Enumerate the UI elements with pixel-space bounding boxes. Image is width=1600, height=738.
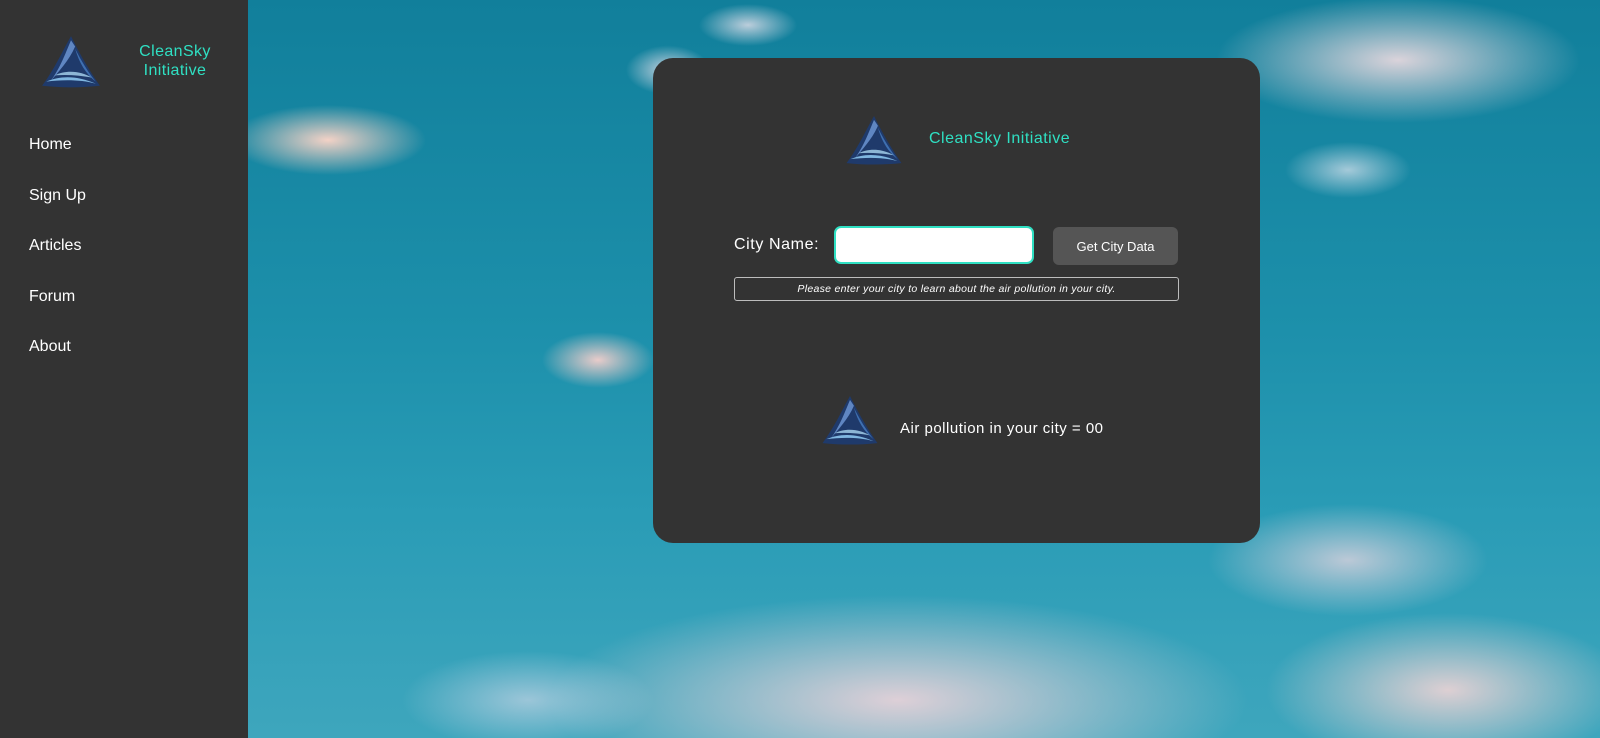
triangle-wave-logo-icon [844,114,904,167]
get-city-data-button[interactable]: Get City Data [1053,227,1178,265]
sidebar: CleanSky Initiative Home Sign Up Article… [0,0,248,738]
nav-item-forum[interactable]: Forum [0,272,248,323]
brand-name-line2: Initiative [143,62,207,79]
city-name-input[interactable] [834,226,1034,264]
nav-item-about[interactable]: About [0,322,248,373]
sidebar-brand[interactable]: CleanSky Initiative [0,0,248,120]
card-brand-name: CleanSky Initiative [929,130,1071,147]
sidebar-nav: Home Sign Up Articles Forum About [0,120,248,373]
city-data-card: CleanSky Initiative City Name: Get City … [653,58,1260,543]
brand-name-line1: CleanSky [139,43,211,60]
brand-name: CleanSky Initiative [122,42,228,80]
nav-item-sign-up[interactable]: Sign Up [0,171,248,222]
triangle-wave-logo-icon [40,33,102,91]
nav-item-articles[interactable]: Articles [0,221,248,272]
nav-item-home[interactable]: Home [0,120,248,171]
city-hint-text: Please enter your city to learn about th… [734,277,1179,301]
pollution-result-text: Air pollution in your city = 00 [900,420,1104,437]
city-name-label: City Name: [734,236,820,253]
triangle-wave-logo-icon [820,394,880,447]
